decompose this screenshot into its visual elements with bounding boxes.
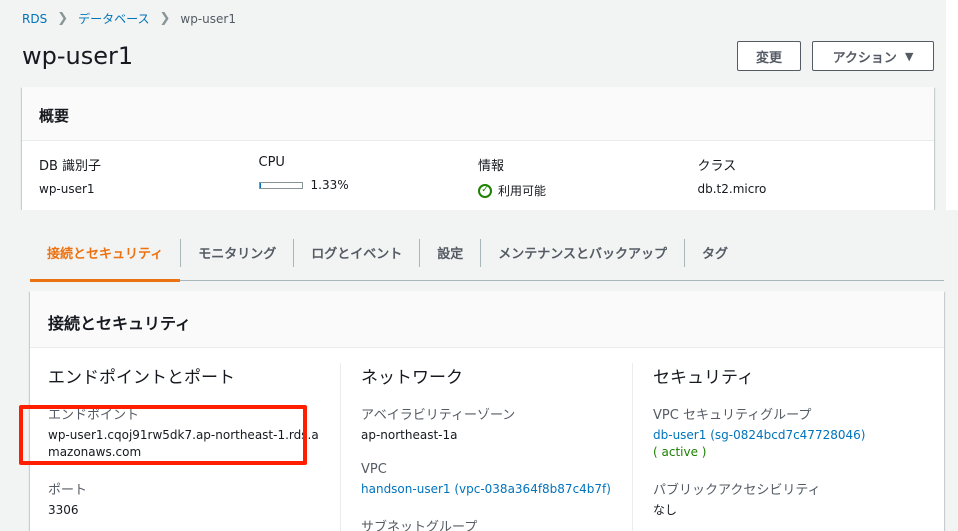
- tab-tags[interactable]: タグ: [685, 239, 745, 267]
- breadcrumb-rds[interactable]: RDS: [22, 12, 47, 26]
- top-panel: RDS ❯ データベース ❯ wp-user1 wp-user1 変更 アクショ…: [0, 0, 946, 210]
- security-column: セキュリティ VPC セキュリティグループ db-user1 (sg-0824b…: [632, 363, 924, 531]
- subnet-group-label: サブネットグループ: [361, 520, 478, 531]
- summary-db-id: DB 識別子 wp-user1: [39, 155, 259, 199]
- tab-maintenance-backup[interactable]: メンテナンスとバックアップ: [481, 238, 686, 267]
- public-access-label: パブリックアクセシビリティ: [653, 483, 821, 498]
- caret-down-icon: ▼: [904, 49, 914, 63]
- endpoint-value[interactable]: wp-user1.cqoj91rw5dk7.ap-northeast-1.rds…: [48, 427, 328, 461]
- check-circle-icon: ✓: [478, 183, 492, 198]
- change-button[interactable]: 変更: [737, 41, 801, 71]
- tab-connectivity-security[interactable]: 接続とセキュリティ: [30, 238, 182, 282]
- network-title: ネットワーク: [361, 368, 463, 388]
- security-title: セキュリティ: [653, 368, 754, 388]
- breadcrumb: RDS ❯ データベース ❯ wp-user1: [22, 10, 236, 27]
- cpu-label: CPU: [258, 155, 285, 170]
- az-value: ap-northeast-1a: [361, 428, 458, 442]
- vpc-link[interactable]: handson-user1 (vpc-038a364f8b87c4b7f): [361, 481, 620, 498]
- summary-cpu: CPU 1.33%: [258, 155, 479, 199]
- vpc-label: VPC: [361, 462, 387, 477]
- network-column: ネットワーク アベイラビリティーゾーン ap-northeast-1a VPC …: [340, 363, 632, 531]
- cpu-value: 1.33%: [310, 178, 349, 192]
- class-label: クラス: [697, 159, 737, 174]
- tab-configuration[interactable]: 設定: [420, 238, 482, 267]
- endpoint-label: エンドポイント: [48, 408, 140, 423]
- security-group-link[interactable]: db-user1 (sg-0824bcd7c47728046): [653, 427, 912, 444]
- connectivity-header: 接続とセキュリティ: [30, 291, 944, 348]
- breadcrumb-databases[interactable]: データベース: [78, 10, 149, 27]
- az-label: アベイラビリティーゾーン: [361, 408, 516, 423]
- actions-button-label: アクション: [832, 50, 897, 66]
- info-status-value: 利用可能: [498, 184, 547, 198]
- db-id-value: wp-user1: [39, 182, 95, 196]
- class-value: db.t2.micro: [697, 182, 767, 196]
- port-value: 3306: [48, 503, 79, 517]
- chevron-right-icon: ❯: [159, 11, 171, 26]
- page-title: wp-user1: [22, 42, 134, 70]
- actions-dropdown-button[interactable]: アクション ▼: [812, 41, 934, 71]
- security-group-status: ( active ): [653, 445, 707, 459]
- breadcrumb-current: wp-user1: [180, 11, 236, 26]
- summary-header: 概要: [22, 87, 934, 141]
- endpoint-port-column: エンドポイントとポート エンドポイント wp-user1.cqoj91rw5dk…: [48, 363, 340, 531]
- tab-monitoring[interactable]: モニタリング: [181, 238, 295, 267]
- endpoint-port-title: エンドポイントとポート: [48, 368, 235, 388]
- info-label: 情報: [478, 159, 505, 174]
- tab-bar: 接続とセキュリティ モニタリング ログとイベント 設定 メンテナンスとバックアッ…: [30, 225, 944, 282]
- port-label: ポート: [48, 483, 88, 498]
- cpu-usage-fill: [259, 182, 261, 188]
- connectivity-card: 接続とセキュリティ エンドポイントとポート エンドポイント wp-user1.c…: [30, 291, 944, 531]
- security-group-label: VPC セキュリティグループ: [653, 408, 812, 423]
- chevron-right-icon: ❯: [57, 11, 69, 26]
- bottom-panel: 接続とセキュリティ モニタリング ログとイベント 設定 メンテナンスとバックアッ…: [0, 210, 958, 531]
- summary-info: 情報 ✓ 利用可能: [478, 155, 698, 199]
- change-button-label: 変更: [755, 50, 782, 66]
- cpu-usage-bar: [258, 181, 303, 189]
- public-access-value: なし: [653, 503, 678, 517]
- summary-card: 概要 DB 識別子 wp-user1 CPU 1.33% 情報 ✓ 利用可能 ク…: [22, 87, 934, 210]
- tab-logs-events[interactable]: ログとイベント: [294, 238, 421, 267]
- summary-class: クラス db.t2.micro: [698, 155, 918, 199]
- db-id-label: DB 識別子: [39, 159, 102, 174]
